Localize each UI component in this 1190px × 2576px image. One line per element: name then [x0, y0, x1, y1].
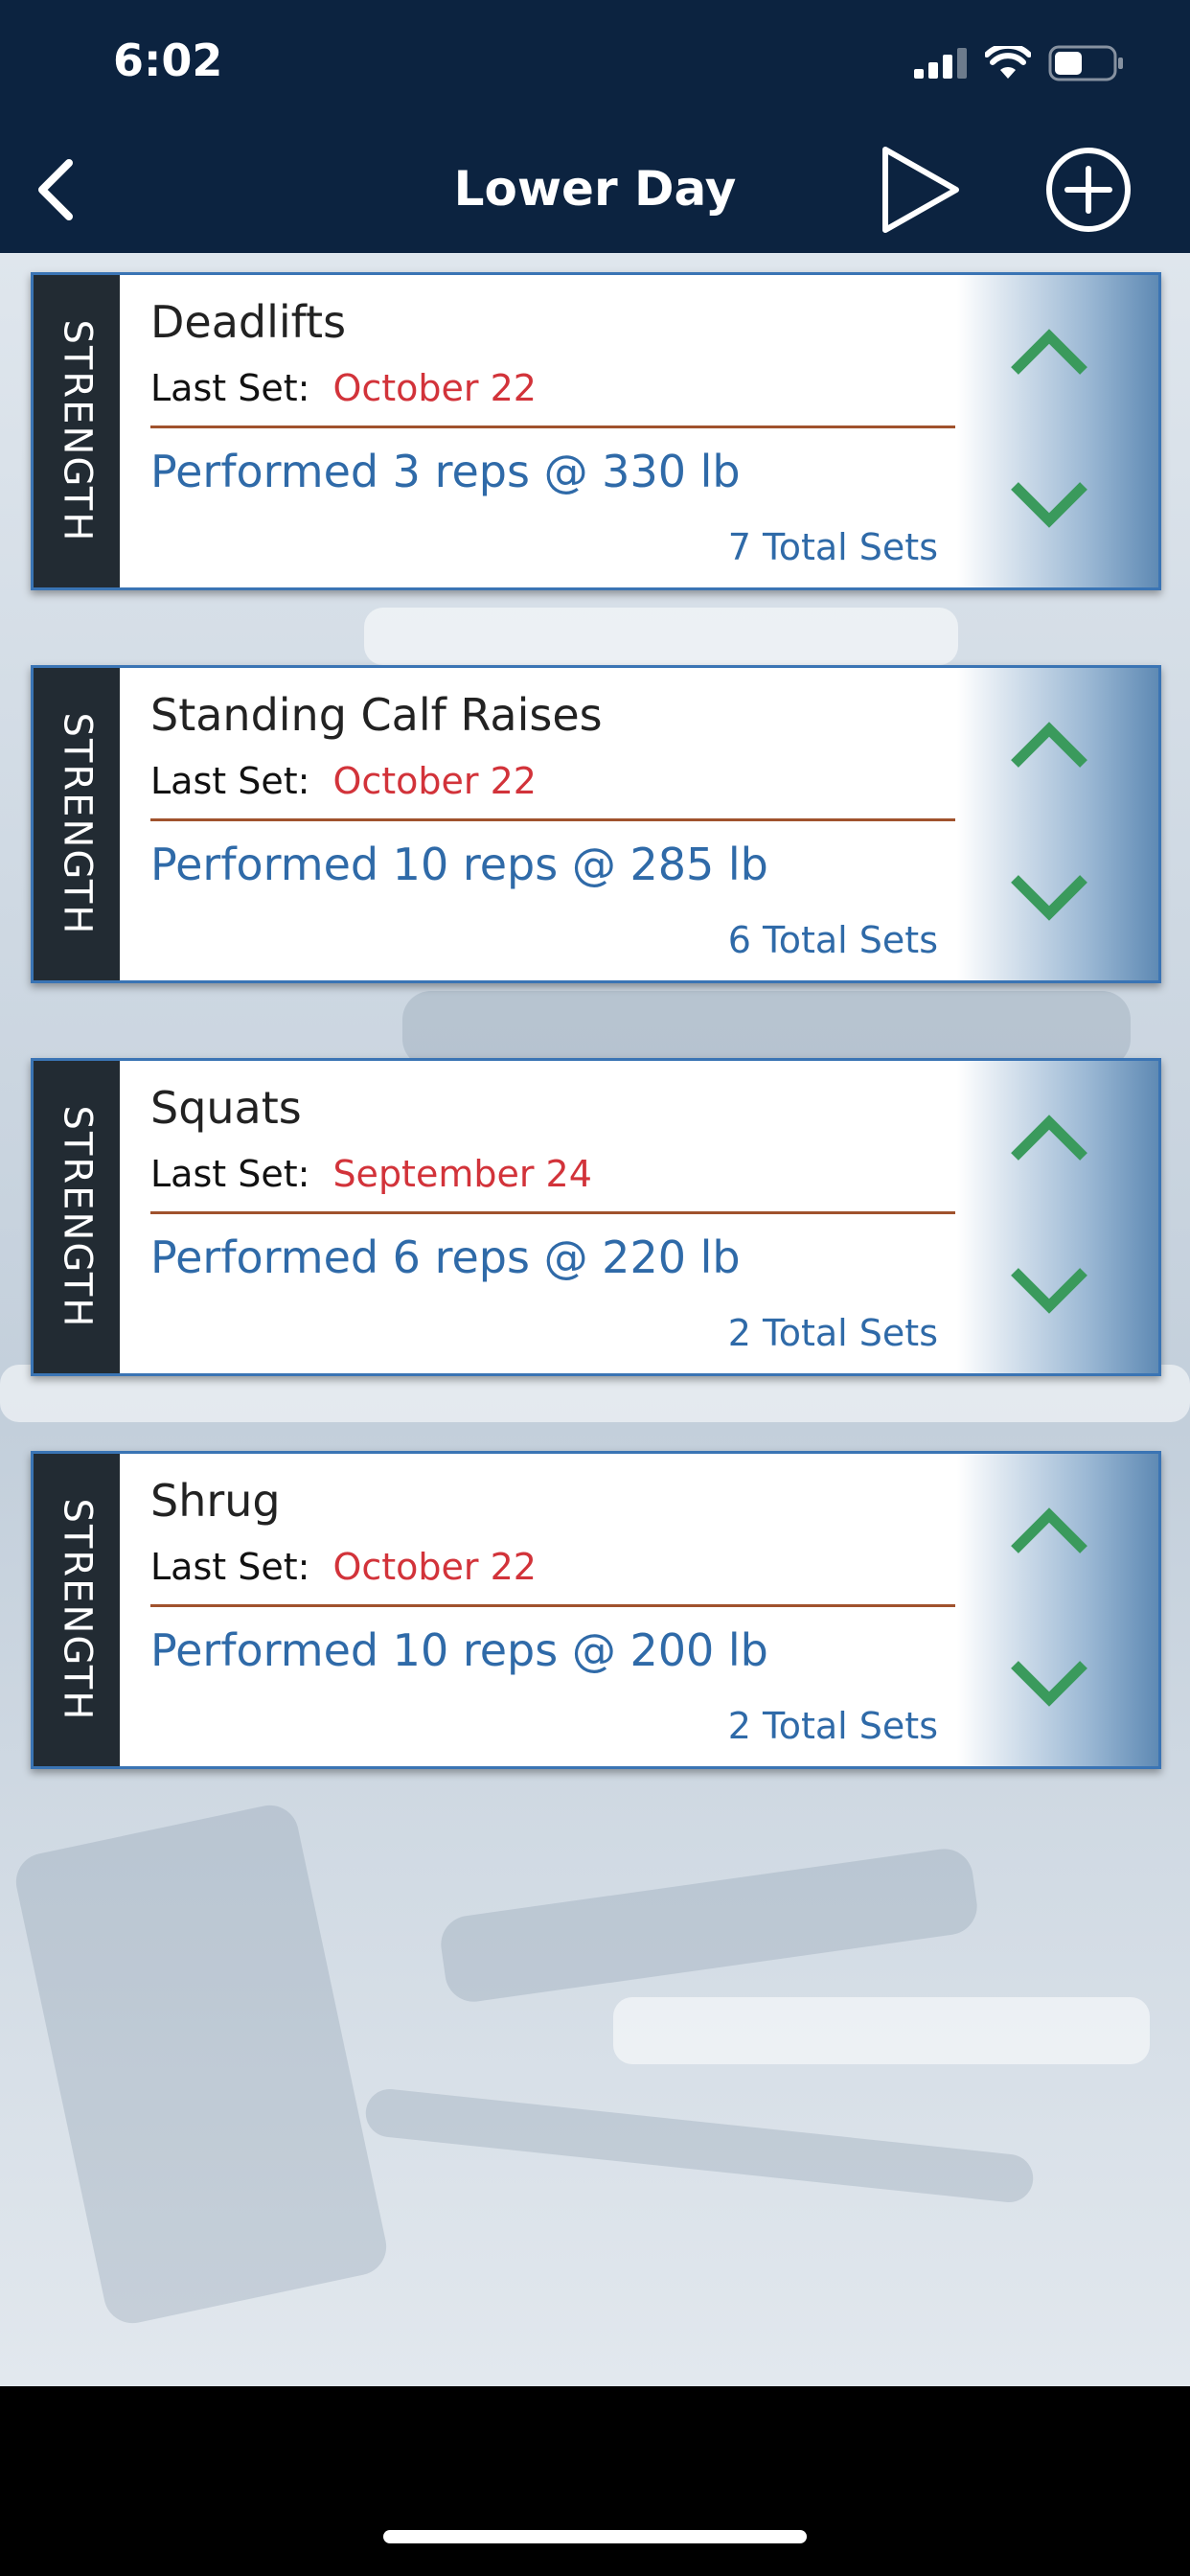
exercise-card[interactable]: STRENGTH Standing Calf Raises Last Set: O… [31, 665, 1161, 983]
performed-summary: Performed 3 reps @ 330 lb [150, 446, 741, 497]
status-icons [914, 42, 1125, 84]
play-icon [882, 147, 959, 233]
page-title: Lower Day [453, 161, 737, 217]
last-set: Last Set: September 24 [150, 1153, 592, 1195]
move-down-button[interactable] [1007, 1655, 1091, 1713]
signal-icon [914, 48, 967, 79]
exercise-name: Squats [150, 1082, 302, 1134]
plus-circle-icon [1046, 148, 1131, 232]
nav-bar: Lower Day [0, 126, 1190, 253]
last-set-date: October 22 [332, 367, 537, 409]
last-set-date: October 22 [332, 1546, 537, 1588]
last-set-label: Last Set: [150, 367, 310, 409]
exercise-type-tag: STRENGTH [34, 275, 120, 587]
move-up-button[interactable] [1007, 1502, 1091, 1559]
performed-summary: Performed 6 reps @ 220 lb [150, 1231, 741, 1283]
status-bar: 6:02 [0, 0, 1190, 126]
exercise-name: Standing Calf Raises [150, 689, 603, 741]
performed-summary: Performed 10 reps @ 200 lb [150, 1624, 768, 1676]
performed-summary: Performed 10 reps @ 285 lb [150, 839, 768, 890]
last-set-label: Last Set: [150, 1546, 310, 1588]
move-up-button[interactable] [1007, 716, 1091, 773]
total-sets: 2 Total Sets [727, 1312, 938, 1354]
exercise-card[interactable]: STRENGTH Squats Last Set: September 24 Pe… [31, 1058, 1161, 1376]
exercise-card[interactable]: STRENGTH Shrug Last Set: October 22 Perfo… [31, 1451, 1161, 1769]
exercise-type-tag: STRENGTH [34, 1454, 120, 1766]
move-down-button[interactable] [1007, 1262, 1091, 1320]
last-set: Last Set: October 22 [150, 760, 537, 802]
reorder-controls [957, 1061, 1158, 1373]
status-time: 6:02 [113, 34, 223, 86]
home-area [0, 2386, 1190, 2576]
reorder-controls [957, 668, 1158, 980]
wifi-icon [985, 46, 1031, 79]
total-sets: 7 Total Sets [727, 526, 938, 568]
battery-icon [1048, 45, 1123, 81]
exercise-type-tag: STRENGTH [34, 1061, 120, 1373]
reorder-controls [957, 1454, 1158, 1766]
last-set-date: September 24 [332, 1153, 592, 1195]
move-down-button[interactable] [1007, 476, 1091, 534]
reorder-controls [957, 275, 1158, 587]
total-sets: 2 Total Sets [727, 1705, 938, 1747]
exercise-name: Deadlifts [150, 296, 347, 348]
last-set: Last Set: October 22 [150, 367, 537, 409]
exercise-name: Shrug [150, 1475, 281, 1527]
move-up-button[interactable] [1007, 323, 1091, 380]
play-button[interactable] [876, 142, 964, 242]
last-set-date: October 22 [332, 760, 537, 802]
divider [150, 1211, 955, 1214]
divider [150, 818, 955, 821]
add-button[interactable] [1044, 146, 1133, 238]
total-sets: 6 Total Sets [727, 919, 938, 961]
home-indicator[interactable] [383, 2530, 807, 2543]
exercise-card[interactable]: STRENGTH Deadlifts Last Set: October 22 P… [31, 272, 1161, 590]
exercise-list[interactable]: STRENGTH Deadlifts Last Set: October 22 P… [0, 253, 1190, 2386]
divider [150, 1604, 955, 1607]
last-set: Last Set: October 22 [150, 1546, 537, 1588]
exercise-type-tag: STRENGTH [34, 668, 120, 980]
last-set-label: Last Set: [150, 760, 310, 802]
move-up-button[interactable] [1007, 1109, 1091, 1166]
last-set-label: Last Set: [150, 1153, 310, 1195]
move-down-button[interactable] [1007, 869, 1091, 927]
divider [150, 426, 955, 428]
